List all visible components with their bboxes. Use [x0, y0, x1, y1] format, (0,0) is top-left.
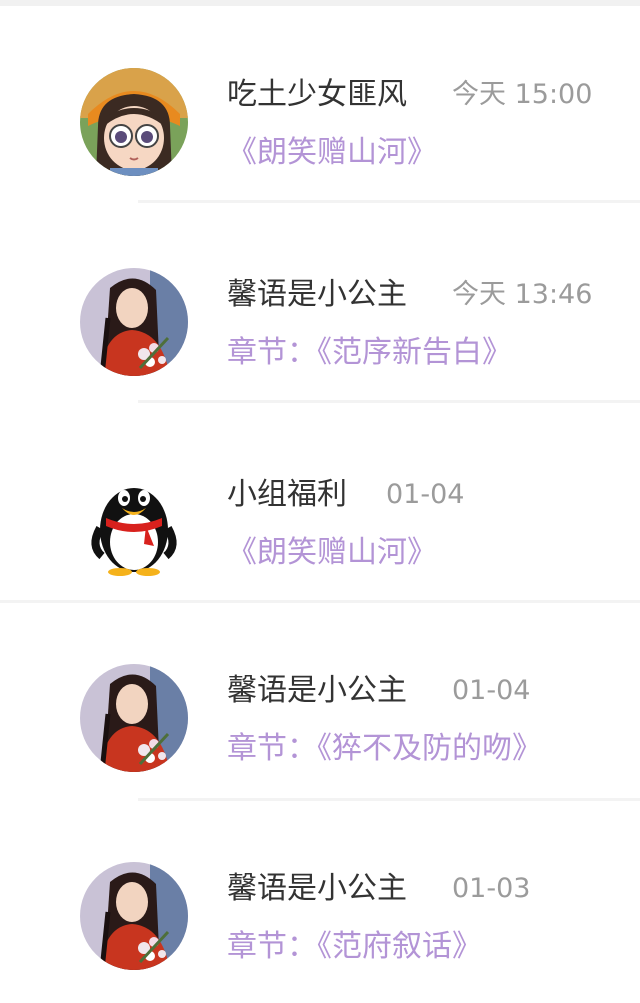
timestamp: 01-04	[386, 479, 465, 510]
list-item[interactable]: 馨语是小公主 01-03 章节：《范府叙话》	[0, 838, 640, 998]
sender-name: 馨语是小公主	[227, 673, 407, 708]
list-item[interactable]: 馨语是小公主 今天 13:46 章节：《范序新告白》	[0, 240, 640, 400]
sender-name: 馨语是小公主	[227, 871, 407, 906]
portrait-woman-avatar[interactable]	[80, 862, 188, 970]
chapter-link[interactable]: 章节：《猝不及防的吻》	[227, 734, 542, 764]
divider	[138, 400, 640, 403]
list-item[interactable]: 吃土少女匪风 今天 15:00 《朗笑赠山河》	[0, 40, 640, 200]
sender-name: 吃土少女匪风	[227, 77, 407, 112]
timestamp: 01-04	[452, 675, 531, 706]
portrait-woman-avatar[interactable]	[80, 268, 188, 376]
timestamp: 01-03	[452, 873, 531, 904]
message-list: 吃土少女匪风 今天 15:00 《朗笑赠山河》 馨语是小公主 今天 13:46 …	[0, 0, 640, 1003]
list-item[interactable]: 馨语是小公主 01-04 章节：《猝不及防的吻》	[0, 640, 640, 800]
divider	[138, 798, 640, 801]
divider	[138, 200, 640, 203]
chapter-link[interactable]: 章节：《范序新告白》	[227, 338, 512, 368]
chapter-link[interactable]: 《朗笑赠山河》	[227, 538, 437, 568]
chapter-link[interactable]: 章节：《范府叙话》	[227, 932, 482, 962]
qq-penguin-avatar[interactable]	[80, 468, 188, 576]
sender-name: 小组福利	[227, 477, 347, 512]
portrait-woman-avatar[interactable]	[80, 664, 188, 772]
divider	[0, 600, 640, 603]
timestamp: 今天 15:00	[452, 79, 593, 110]
sender-name: 馨语是小公主	[227, 277, 407, 312]
list-item[interactable]: 小组福利 01-04 《朗笑赠山河》	[0, 440, 640, 600]
chapter-link[interactable]: 《朗笑赠山河》	[227, 138, 437, 168]
timestamp: 今天 13:46	[452, 279, 593, 310]
anime-girl-avatar[interactable]	[80, 68, 188, 176]
